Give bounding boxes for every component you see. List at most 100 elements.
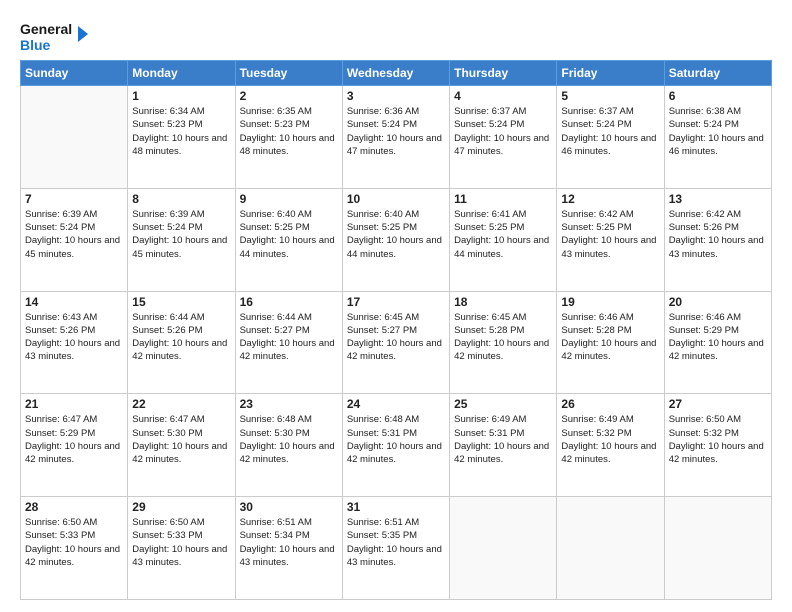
day-number: 6: [669, 89, 767, 103]
calendar-header-monday: Monday: [128, 61, 235, 86]
day-info: Sunrise: 6:39 AM Sunset: 5:24 PM Dayligh…: [132, 208, 230, 261]
logo-svg: General Blue: [20, 16, 90, 56]
page: General Blue SundayMondayTuesdayWednesda…: [0, 0, 792, 612]
day-info: Sunrise: 6:40 AM Sunset: 5:25 PM Dayligh…: [240, 208, 338, 261]
calendar-cell: 17 Sunrise: 6:45 AM Sunset: 5:27 PM Dayli…: [342, 291, 449, 394]
header: General Blue: [20, 16, 772, 56]
calendar-cell: 10Sunrise: 6:40 AM Sunset: 5:25 PM Dayli…: [342, 188, 449, 291]
calendar-cell: 18 Sunrise: 6:45 AM Sunset: 5:28 PM Dayli…: [450, 291, 557, 394]
calendar-cell: 12 Sunrise: 6:42 AM Sunset: 5:25 PM Dayli…: [557, 188, 664, 291]
day-info: Sunrise: 6:41 AM Sunset: 5:25 PM Dayligh…: [454, 208, 552, 261]
day-number: 9: [240, 192, 338, 206]
calendar-header-tuesday: Tuesday: [235, 61, 342, 86]
day-number: 11: [454, 192, 552, 206]
day-number: 14: [25, 295, 123, 309]
day-number: 3: [347, 89, 445, 103]
calendar-cell: 29 Sunrise: 6:50 AM Sunset: 5:33 PM Dayli…: [128, 497, 235, 600]
day-number: 17: [347, 295, 445, 309]
calendar-cell: 8 Sunrise: 6:39 AM Sunset: 5:24 PM Daylig…: [128, 188, 235, 291]
svg-text:General: General: [20, 21, 72, 37]
calendar-cell: 21 Sunrise: 6:47 AM Sunset: 5:29 PM Dayli…: [21, 394, 128, 497]
calendar-cell: 2Sunrise: 6:35 AM Sunset: 5:23 PM Daylig…: [235, 86, 342, 189]
day-number: 30: [240, 500, 338, 514]
calendar-header-friday: Friday: [557, 61, 664, 86]
day-info: Sunrise: 6:39 AM Sunset: 5:24 PM Dayligh…: [25, 208, 123, 261]
day-number: 22: [132, 397, 230, 411]
calendar-header-thursday: Thursday: [450, 61, 557, 86]
calendar-cell: 7 Sunrise: 6:39 AM Sunset: 5:24 PM Daylig…: [21, 188, 128, 291]
day-number: 15: [132, 295, 230, 309]
calendar-cell: 15 Sunrise: 6:44 AM Sunset: 5:26 PM Dayli…: [128, 291, 235, 394]
day-info: Sunrise: 6:47 AM Sunset: 5:30 PM Dayligh…: [132, 413, 230, 466]
day-info: Sunrise: 6:42 AM Sunset: 5:25 PM Dayligh…: [561, 208, 659, 261]
day-info: Sunrise: 6:37 AM Sunset: 5:24 PM Dayligh…: [454, 105, 552, 158]
calendar-cell: 23Sunrise: 6:48 AM Sunset: 5:30 PM Dayli…: [235, 394, 342, 497]
calendar-cell: 6 Sunrise: 6:38 AM Sunset: 5:24 PM Daylig…: [664, 86, 771, 189]
calendar-cell: 20Sunrise: 6:46 AM Sunset: 5:29 PM Dayli…: [664, 291, 771, 394]
day-info: Sunrise: 6:44 AM Sunset: 5:26 PM Dayligh…: [132, 311, 230, 364]
calendar-header-saturday: Saturday: [664, 61, 771, 86]
calendar-cell: 13Sunrise: 6:42 AM Sunset: 5:26 PM Dayli…: [664, 188, 771, 291]
day-info: Sunrise: 6:51 AM Sunset: 5:34 PM Dayligh…: [240, 516, 338, 569]
calendar-cell: 4 Sunrise: 6:37 AM Sunset: 5:24 PM Daylig…: [450, 86, 557, 189]
day-info: Sunrise: 6:50 AM Sunset: 5:33 PM Dayligh…: [132, 516, 230, 569]
day-info: Sunrise: 6:51 AM Sunset: 5:35 PM Dayligh…: [347, 516, 445, 569]
day-info: Sunrise: 6:50 AM Sunset: 5:33 PM Dayligh…: [25, 516, 123, 569]
day-number: 23: [240, 397, 338, 411]
day-info: Sunrise: 6:35 AM Sunset: 5:23 PM Dayligh…: [240, 105, 338, 158]
day-info: Sunrise: 6:49 AM Sunset: 5:32 PM Dayligh…: [561, 413, 659, 466]
day-number: 24: [347, 397, 445, 411]
calendar-cell: [21, 86, 128, 189]
calendar-cell: 24 Sunrise: 6:48 AM Sunset: 5:31 PM Dayli…: [342, 394, 449, 497]
day-number: 25: [454, 397, 552, 411]
day-info: Sunrise: 6:38 AM Sunset: 5:24 PM Dayligh…: [669, 105, 767, 158]
calendar-week-3: 14 Sunrise: 6:43 AM Sunset: 5:26 PM Dayli…: [21, 291, 772, 394]
day-info: Sunrise: 6:45 AM Sunset: 5:27 PM Dayligh…: [347, 311, 445, 364]
calendar-header-row: SundayMondayTuesdayWednesdayThursdayFrid…: [21, 61, 772, 86]
day-number: 19: [561, 295, 659, 309]
logo: General Blue: [20, 16, 90, 56]
day-number: 4: [454, 89, 552, 103]
calendar-header-sunday: Sunday: [21, 61, 128, 86]
day-info: Sunrise: 6:46 AM Sunset: 5:28 PM Dayligh…: [561, 311, 659, 364]
calendar-table: SundayMondayTuesdayWednesdayThursdayFrid…: [20, 60, 772, 600]
day-info: Sunrise: 6:45 AM Sunset: 5:28 PM Dayligh…: [454, 311, 552, 364]
calendar-cell: 16 Sunrise: 6:44 AM Sunset: 5:27 PM Dayli…: [235, 291, 342, 394]
calendar-cell: 14 Sunrise: 6:43 AM Sunset: 5:26 PM Dayli…: [21, 291, 128, 394]
day-number: 20: [669, 295, 767, 309]
calendar-cell: [450, 497, 557, 600]
day-number: 18: [454, 295, 552, 309]
day-info: Sunrise: 6:40 AM Sunset: 5:25 PM Dayligh…: [347, 208, 445, 261]
calendar-week-2: 7 Sunrise: 6:39 AM Sunset: 5:24 PM Daylig…: [21, 188, 772, 291]
calendar-cell: 1Sunrise: 6:34 AM Sunset: 5:23 PM Daylig…: [128, 86, 235, 189]
calendar-cell: 11 Sunrise: 6:41 AM Sunset: 5:25 PM Dayli…: [450, 188, 557, 291]
day-number: 5: [561, 89, 659, 103]
calendar-cell: [664, 497, 771, 600]
day-number: 27: [669, 397, 767, 411]
calendar-cell: 26 Sunrise: 6:49 AM Sunset: 5:32 PM Dayli…: [557, 394, 664, 497]
day-number: 12: [561, 192, 659, 206]
calendar-cell: 3 Sunrise: 6:36 AM Sunset: 5:24 PM Daylig…: [342, 86, 449, 189]
day-info: Sunrise: 6:36 AM Sunset: 5:24 PM Dayligh…: [347, 105, 445, 158]
svg-text:Blue: Blue: [20, 37, 51, 53]
day-info: Sunrise: 6:43 AM Sunset: 5:26 PM Dayligh…: [25, 311, 123, 364]
day-number: 21: [25, 397, 123, 411]
day-info: Sunrise: 6:49 AM Sunset: 5:31 PM Dayligh…: [454, 413, 552, 466]
calendar-cell: 28 Sunrise: 6:50 AM Sunset: 5:33 PM Dayli…: [21, 497, 128, 600]
calendar-cell: 25 Sunrise: 6:49 AM Sunset: 5:31 PM Dayli…: [450, 394, 557, 497]
day-number: 16: [240, 295, 338, 309]
day-info: Sunrise: 6:48 AM Sunset: 5:31 PM Dayligh…: [347, 413, 445, 466]
calendar-cell: 27Sunrise: 6:50 AM Sunset: 5:32 PM Dayli…: [664, 394, 771, 497]
calendar-cell: 9 Sunrise: 6:40 AM Sunset: 5:25 PM Daylig…: [235, 188, 342, 291]
day-info: Sunrise: 6:34 AM Sunset: 5:23 PM Dayligh…: [132, 105, 230, 158]
day-info: Sunrise: 6:44 AM Sunset: 5:27 PM Dayligh…: [240, 311, 338, 364]
day-number: 29: [132, 500, 230, 514]
calendar-cell: 5Sunrise: 6:37 AM Sunset: 5:24 PM Daylig…: [557, 86, 664, 189]
calendar-cell: [557, 497, 664, 600]
day-info: Sunrise: 6:47 AM Sunset: 5:29 PM Dayligh…: [25, 413, 123, 466]
day-number: 28: [25, 500, 123, 514]
day-number: 8: [132, 192, 230, 206]
day-number: 7: [25, 192, 123, 206]
day-number: 26: [561, 397, 659, 411]
calendar-week-1: 1Sunrise: 6:34 AM Sunset: 5:23 PM Daylig…: [21, 86, 772, 189]
